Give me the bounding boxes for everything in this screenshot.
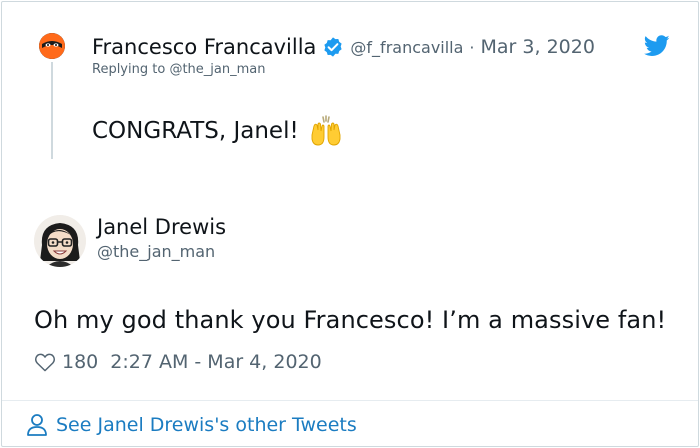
tweet-meta-row: 180 2:27 AM - Mar 4, 2020 — [34, 348, 322, 376]
main-tweet-text: Oh my god thank you Francesco! I’m a mas… — [34, 306, 667, 334]
main-author-name[interactable]: Janel Drewis — [97, 215, 226, 239]
tweet-timestamp[interactable]: 2:27 AM - Mar 4, 2020 — [110, 351, 321, 373]
parent-tweet-date[interactable]: Mar 3, 2020 — [481, 36, 595, 58]
twitter-bird-icon[interactable] — [644, 35, 670, 57]
parent-tweet-header: Francesco Francavilla @f_francavilla · M… — [92, 33, 595, 61]
replying-to-line: Replying to @the_jan_man — [92, 62, 265, 77]
main-author-avatar[interactable] — [34, 215, 86, 267]
parent-tweet-text-row: CONGRATS, Janel! — [92, 115, 343, 147]
header-separator: · — [469, 37, 475, 57]
embedded-tweet-card: Francesco Francavilla @f_francavilla · M… — [1, 1, 699, 447]
main-author-handle[interactable]: @the_jan_man — [97, 242, 215, 261]
like-count[interactable]: 180 — [62, 351, 98, 373]
thread-connector-line — [51, 62, 53, 159]
parent-author-avatar[interactable] — [39, 33, 65, 59]
parent-author-handle[interactable]: @f_francavilla — [350, 38, 463, 57]
person-icon — [27, 414, 47, 436]
footer-divider — [2, 400, 698, 401]
see-other-tweets-label: See Janel Drewis's other Tweets — [56, 414, 357, 436]
raising-hands-emoji-icon — [311, 115, 341, 146]
see-other-tweets-link[interactable]: See Janel Drewis's other Tweets — [26, 412, 357, 438]
verified-badge-icon — [324, 37, 343, 57]
heart-like-icon[interactable] — [34, 352, 56, 372]
replying-to-handle-link[interactable]: @the_jan_man — [169, 62, 265, 77]
parent-author-name[interactable]: Francesco Francavilla — [92, 35, 316, 59]
parent-tweet-text: CONGRATS, Janel! — [92, 118, 299, 144]
replying-to-prefix: Replying to — [92, 62, 166, 77]
